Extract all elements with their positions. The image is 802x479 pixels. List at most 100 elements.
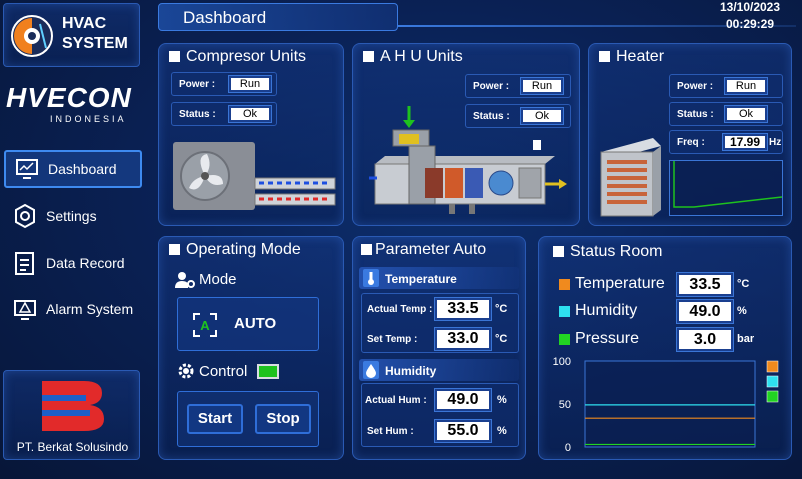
set-temp-value[interactable]: 33.0 [435, 328, 491, 350]
nav-settings[interactable]: Settings [4, 197, 142, 235]
hum-section-header [359, 359, 519, 381]
legend-swatch [766, 375, 779, 388]
logo-title-line2: SYSTEM [62, 35, 128, 52]
alarm-icon [14, 300, 36, 320]
ahu-power-label: Power : [473, 81, 510, 92]
operating-title: Operating Mode [169, 241, 301, 259]
title-square-icon [553, 246, 564, 257]
status-value: 3.0 [677, 328, 733, 351]
brand-name: HVECON [6, 82, 132, 113]
brand-logo: HVECON INDONESIA [6, 82, 140, 128]
status-room-panel: Status Room Temperature 33.5 °C Humidity… [538, 236, 792, 460]
ahu-power-value: Run [521, 78, 563, 94]
y-tick-label: 50 [559, 399, 571, 411]
settings-icon [15, 203, 35, 229]
actual-temp-unit: °C [495, 303, 508, 315]
hvac-logo-icon [11, 15, 53, 57]
heater-trend-line [673, 161, 783, 208]
stop-button[interactable]: Stop [255, 404, 311, 434]
heater-freq-label: Freq : [677, 137, 705, 148]
set-temp-label: Set Temp : [367, 334, 418, 345]
logo-title-line1: HVAC [62, 15, 107, 32]
header-bar: Dashboard [158, 3, 398, 31]
humidity-color-swatch [559, 306, 570, 317]
y-tick-label: 0 [565, 442, 571, 454]
legend-swatch [766, 360, 779, 373]
brand-sub: INDONESIA [50, 114, 127, 124]
y-tick-label: 100 [553, 357, 571, 368]
legend-swatch [766, 390, 779, 403]
svg-text:A: A [200, 318, 210, 333]
start-button[interactable]: Start [187, 404, 243, 434]
nav-label: Settings [46, 208, 97, 224]
heater-title: Heater [599, 48, 664, 66]
actual-temp-label: Actual Temp : [367, 304, 433, 315]
heater-power-value: Run [725, 78, 767, 94]
compressor-unit-icon [173, 142, 336, 210]
hum-section-label: Humidity [385, 364, 437, 378]
status-label: Humidity [575, 302, 638, 319]
status-value: 49.0 [677, 300, 733, 323]
mode-value: AUTO [234, 315, 277, 332]
ahu-panel: A H U Units Power : Run Status : Ok [352, 43, 580, 226]
status-unit: bar [737, 333, 755, 345]
set-temp-unit: °C [495, 333, 508, 345]
title-square-icon [363, 51, 374, 62]
plot-area [584, 360, 756, 448]
company-logo-icon [42, 381, 104, 431]
humidity-drop-icon [363, 361, 379, 379]
nav-data-record[interactable]: Data Record [4, 244, 142, 282]
actual-hum-label: Actual Hum : [365, 395, 427, 406]
nav-label: Alarm System [46, 301, 134, 317]
dashboard-icon [16, 159, 38, 179]
thermometer-icon [363, 269, 379, 287]
title-square-icon [169, 51, 180, 62]
status-label: Temperature [575, 275, 665, 292]
temp-section-label: Temperature [385, 272, 457, 286]
data-record-icon [15, 252, 34, 275]
operating-panel: Operating Mode Mode A AUTO Control Start… [158, 236, 344, 460]
company-panel: PT. Berkat Solusindo [3, 370, 140, 460]
control-indicator [257, 364, 279, 379]
company-name: PT. Berkat Solusindo [16, 440, 129, 454]
logo-panel: HVAC SYSTEM [3, 3, 140, 67]
nav-label: Data Record [46, 255, 125, 271]
control-gear-icon [178, 363, 194, 379]
ahu-unit-icon [369, 106, 567, 214]
auto-mode-icon: A [193, 313, 217, 337]
actual-temp-value: 33.5 [435, 298, 491, 320]
ahu-title: A H U Units [363, 48, 463, 66]
title-square-icon [169, 244, 180, 255]
nav-alarm-system[interactable]: Alarm System [4, 290, 142, 328]
compressor-power-value: Run [229, 76, 271, 92]
set-hum-label: Set Hum : [367, 426, 414, 437]
heater-freq-value: 17.99 [723, 134, 767, 150]
status-label: Pressure [575, 330, 640, 347]
heater-power-label: Power : [677, 81, 714, 92]
param-panel: Parameter Auto Temperature Actual Temp :… [352, 236, 526, 460]
title-square-icon [361, 244, 372, 255]
mode-label: Mode [199, 271, 237, 288]
page-title: Dashboard [183, 8, 267, 27]
nav-dashboard[interactable]: Dashboard [4, 150, 142, 188]
heater-freq-unit: Hz [769, 137, 782, 148]
compressor-panel: Compresor Units Power : Run Status : Ok [158, 43, 344, 226]
heater-status-value: Ok [725, 106, 767, 122]
actual-hum-value: 49.0 [435, 389, 491, 411]
status-unit: °C [737, 278, 750, 290]
actual-hum-unit: % [497, 394, 507, 406]
header-time: 00:29:29 [725, 17, 775, 31]
compressor-power-label: Power : [179, 79, 216, 90]
temperature-color-swatch [559, 279, 570, 290]
status-room-title: Status Room [553, 243, 662, 261]
heater-trend [669, 160, 783, 216]
control-label: Control [199, 363, 248, 380]
title-square-icon [599, 51, 610, 62]
set-hum-unit: % [497, 425, 507, 437]
heater-status-label: Status : [677, 109, 714, 120]
compressor-title: Compresor Units [169, 48, 306, 66]
trend-chart-svg: 100 50 0 [553, 356, 779, 454]
mode-box[interactable]: A AUTO [177, 297, 319, 351]
set-hum-value[interactable]: 55.0 [435, 420, 491, 442]
trend-chart: 100 50 0 [547, 356, 787, 455]
